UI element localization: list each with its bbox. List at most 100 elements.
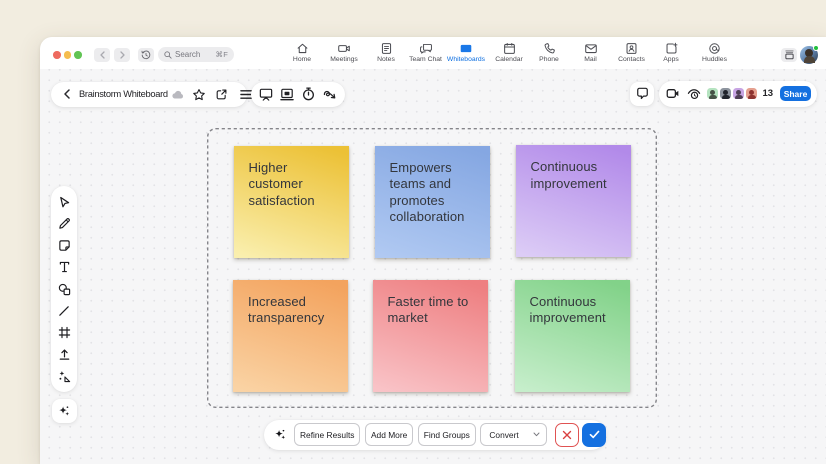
tab-home[interactable]: Home xyxy=(278,42,326,63)
share-to-room-button[interactable] xyxy=(278,84,296,104)
sticky-note[interactable]: Increased transparency xyxy=(233,280,348,392)
comment-button[interactable] xyxy=(630,82,654,106)
avatar xyxy=(733,88,745,100)
present-button[interactable] xyxy=(257,84,275,104)
back-button[interactable] xyxy=(94,48,110,62)
desktop-background: Search ⌘F Home Meetings Notes Team Chat xyxy=(0,0,826,464)
avatar xyxy=(720,88,732,100)
notes-icon xyxy=(380,42,393,55)
sticky-note[interactable]: Continuous improvement xyxy=(516,145,631,257)
refine-results-button[interactable]: Refine Results xyxy=(294,423,360,446)
upload-tool[interactable] xyxy=(56,346,72,362)
device-icon xyxy=(784,50,795,60)
ai-sparkle-icon xyxy=(57,404,71,418)
start-video-button[interactable] xyxy=(665,84,681,104)
star-button[interactable] xyxy=(189,85,209,105)
phone-icon xyxy=(543,42,556,55)
timer-icon xyxy=(302,87,315,101)
sticky-note-text: Continuous improvement xyxy=(531,159,607,191)
history-button[interactable] xyxy=(138,48,154,62)
sticky-note-tool[interactable] xyxy=(56,238,72,254)
laser-pointer-icon xyxy=(323,88,337,101)
sticky-note-text: Continuous improvement xyxy=(530,294,606,326)
user-avatar[interactable] xyxy=(800,46,818,64)
text-tool[interactable] xyxy=(56,259,72,275)
chevron-right-icon xyxy=(119,51,126,59)
home-icon xyxy=(296,42,309,55)
timer-button[interactable] xyxy=(300,84,318,104)
text-icon xyxy=(59,261,70,273)
shapes-tool[interactable] xyxy=(56,281,72,297)
tab-meetings[interactable]: Meetings xyxy=(320,42,368,63)
laser-pointer-button[interactable] xyxy=(321,84,339,104)
search-input[interactable]: Search ⌘F xyxy=(158,47,234,62)
collaborator-avatars[interactable] xyxy=(707,88,758,100)
frame-icon xyxy=(58,326,71,339)
sticky-note-text: Empowers teams and promotes collaboratio… xyxy=(390,160,465,225)
select-icon xyxy=(58,196,71,209)
share-button[interactable]: Share xyxy=(780,86,811,101)
board-back-button[interactable] xyxy=(60,86,74,102)
sticky-note[interactable]: Continuous improvement xyxy=(515,280,630,392)
diagram-ai-icon xyxy=(58,370,71,383)
connected-device-button[interactable] xyxy=(781,48,797,62)
collaborator-count[interactable]: 13 xyxy=(762,88,773,99)
eye-icon xyxy=(687,88,701,100)
reject-button[interactable] xyxy=(555,423,579,447)
close-window-button[interactable] xyxy=(53,51,61,59)
team-chat-icon xyxy=(419,42,433,55)
apps-icon xyxy=(665,42,678,55)
sticky-note[interactable]: Faster time to market xyxy=(373,280,488,392)
zoom-app-window: Search ⌘F Home Meetings Notes Team Chat xyxy=(40,37,826,464)
present-icon xyxy=(259,88,273,101)
zoom-window-button[interactable] xyxy=(74,51,82,59)
chevron-down-icon xyxy=(533,432,540,437)
frame-tool[interactable] xyxy=(56,325,72,341)
sticky-note-text: Higher customer satisfaction xyxy=(249,160,315,208)
add-more-button[interactable]: Add More xyxy=(365,423,413,446)
shapes-icon xyxy=(58,283,71,296)
tab-apps[interactable]: Apps xyxy=(647,42,695,63)
app-top-bar: Search ⌘F Home Meetings Notes Team Chat xyxy=(40,37,826,69)
find-groups-button[interactable]: Find Groups xyxy=(418,423,476,446)
window-controls xyxy=(53,51,82,59)
export-button[interactable] xyxy=(211,85,231,105)
share-to-room-icon xyxy=(280,88,294,101)
sticky-note-icon xyxy=(58,239,71,252)
sticky-note-text: Faster time to market xyxy=(388,294,469,326)
select-tool[interactable] xyxy=(56,194,72,210)
close-icon xyxy=(562,430,572,440)
ai-actions-bar: Refine Results Add More Find Groups Conv… xyxy=(264,420,606,450)
avatar xyxy=(707,88,719,100)
comment-icon xyxy=(636,87,649,100)
accept-button[interactable] xyxy=(582,423,606,447)
convert-dropdown[interactable]: Convert xyxy=(480,423,547,446)
ai-assistant-button[interactable] xyxy=(52,399,77,423)
sticky-note[interactable]: Empowers teams and promotes collaboratio… xyxy=(375,146,490,258)
history-icon xyxy=(141,50,151,60)
minimize-window-button[interactable] xyxy=(64,51,72,59)
board-title: Brainstorm Whiteboard xyxy=(79,89,168,99)
check-icon xyxy=(589,430,600,439)
tab-whiteboards[interactable]: Whiteboards xyxy=(442,42,490,63)
video-camera-icon xyxy=(666,88,680,99)
presence-bar: 13 Share xyxy=(659,81,817,107)
mail-icon xyxy=(584,42,598,55)
line-icon xyxy=(58,305,70,317)
tool-rail xyxy=(51,186,77,392)
forward-button[interactable] xyxy=(114,48,130,62)
convert-label: Convert xyxy=(489,430,518,440)
star-icon xyxy=(192,88,206,102)
ai-sparkle-icon xyxy=(273,427,287,443)
search-placeholder: Search xyxy=(175,50,213,59)
smart-diagram-tool[interactable] xyxy=(56,368,72,384)
board-header: Brainstorm Whiteboard xyxy=(51,82,247,108)
line-tool[interactable] xyxy=(56,303,72,319)
status-dot xyxy=(813,45,819,51)
sticky-note[interactable]: Higher customer satisfaction xyxy=(234,146,349,258)
follow-presenter-button[interactable] xyxy=(686,84,702,104)
sticky-note-text: Increased transparency xyxy=(248,294,324,326)
pen-tool[interactable] xyxy=(56,216,72,232)
tab-huddles[interactable]: Huddles xyxy=(691,42,739,63)
search-icon xyxy=(164,51,172,59)
